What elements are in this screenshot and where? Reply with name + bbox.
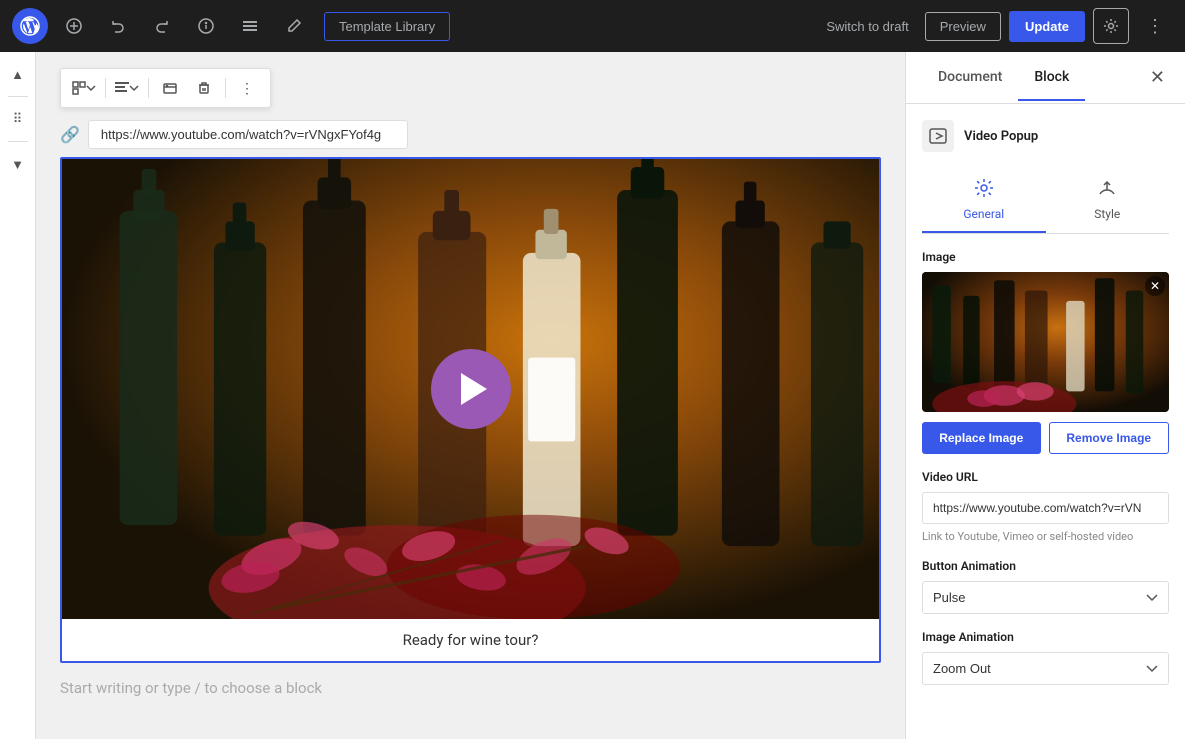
left-tool-top[interactable]: ▲ (4, 60, 32, 88)
settings-button[interactable] (1093, 8, 1129, 44)
sidebar-content: Video Popup General Style Image (906, 104, 1185, 717)
tab-document[interactable]: Document (922, 55, 1018, 101)
url-bar: 🔗 (60, 120, 881, 149)
image-preview: ✕ (922, 272, 1169, 412)
wp-logo[interactable] (12, 8, 48, 44)
sidebar-header: Document Block ✕ (906, 52, 1185, 104)
left-toolbar: ▲ ⠿ ▼ (0, 52, 36, 739)
toolbar-divider1 (105, 78, 106, 98)
style-icon (1097, 178, 1117, 203)
style-tab-label: Style (1094, 207, 1120, 221)
switch-draft-label: Switch to draft (826, 19, 908, 34)
link-icon: 🔗 (60, 125, 80, 144)
video-popup-section: Video Popup (922, 120, 1169, 152)
general-icon (974, 178, 994, 203)
add-block-button[interactable] (56, 8, 92, 44)
image-actions: Replace Image Remove Image (922, 422, 1169, 454)
left-toolbar-divider2 (8, 141, 28, 142)
close-sidebar-button[interactable]: ✕ (1146, 63, 1169, 92)
inner-tabs: General Style (922, 168, 1169, 234)
video-url-hint: Link to Youtube, Vimeo or self-hosted vi… (922, 530, 1169, 543)
url-input[interactable] (88, 120, 408, 149)
general-tab-label: General (963, 207, 1004, 221)
toolbar-divider3 (225, 78, 226, 98)
play-button[interactable] (431, 349, 511, 429)
video-url-label: Video URL (922, 470, 1169, 484)
media-button[interactable] (155, 73, 185, 103)
inner-tab-style[interactable]: Style (1046, 168, 1170, 233)
editor-area: ⋮ 🔗 (36, 52, 905, 739)
play-triangle-icon (461, 373, 487, 405)
remove-image-button[interactable]: Remove Image (1049, 422, 1170, 454)
block-toolbar: ⋮ (60, 68, 271, 108)
video-popup-title: Video Popup (964, 129, 1038, 144)
update-button[interactable]: Update (1009, 11, 1085, 42)
image-animation-label: Image Animation (922, 630, 1169, 644)
more-options-button[interactable]: ⋮ (1137, 8, 1173, 44)
video-popup-icon (922, 120, 954, 152)
tab-block[interactable]: Block (1018, 55, 1085, 101)
right-sidebar: Document Block ✕ Video Popup (905, 52, 1185, 739)
button-animation-label: Button Animation (922, 559, 1169, 573)
redo-button[interactable] (144, 8, 180, 44)
info-button[interactable] (188, 8, 224, 44)
video-url-input[interactable] (922, 492, 1169, 524)
update-label: Update (1025, 19, 1069, 34)
delete-block-button[interactable] (189, 73, 219, 103)
template-library-label: Template Library (339, 19, 435, 34)
template-library-button[interactable]: Template Library (324, 12, 450, 41)
image-close-button[interactable]: ✕ (1145, 276, 1165, 296)
image-field-label: Image (922, 250, 1169, 264)
edit-button[interactable] (276, 8, 312, 44)
video-thumbnail (62, 159, 879, 619)
top-bar: Template Library Switch to draft Preview… (0, 0, 1185, 52)
start-writing-placeholder[interactable]: Start writing or type / to choose a bloc… (60, 663, 881, 713)
sidebar-tabs: Document Block (922, 55, 1085, 101)
more-block-options-button[interactable]: ⋮ (232, 73, 262, 103)
left-tool-bottom[interactable]: ▼ (4, 150, 32, 178)
button-animation-select[interactable]: Pulse None Bounce Shake Spin (922, 581, 1169, 614)
inner-tab-general[interactable]: General (922, 168, 1046, 233)
left-toolbar-divider (8, 96, 28, 97)
left-tool-grid[interactable]: ⠿ (4, 105, 32, 133)
align-button[interactable] (112, 73, 142, 103)
undo-button[interactable] (100, 8, 136, 44)
image-animation-select[interactable]: Zoom Out None Zoom In Fade Slide Up (922, 652, 1169, 685)
list-view-button[interactable] (232, 8, 268, 44)
preview-label: Preview (940, 19, 986, 34)
toolbar-divider2 (148, 78, 149, 98)
video-caption: Ready for wine tour? (62, 619, 879, 661)
preview-button[interactable]: Preview (925, 12, 1001, 41)
main-area: ▲ ⠿ ▼ (0, 52, 1185, 739)
video-block: Ready for wine tour? (60, 157, 881, 663)
block-type-button[interactable] (69, 73, 99, 103)
switch-to-draft-button[interactable]: Switch to draft (818, 13, 916, 40)
replace-image-button[interactable]: Replace Image (922, 422, 1041, 454)
